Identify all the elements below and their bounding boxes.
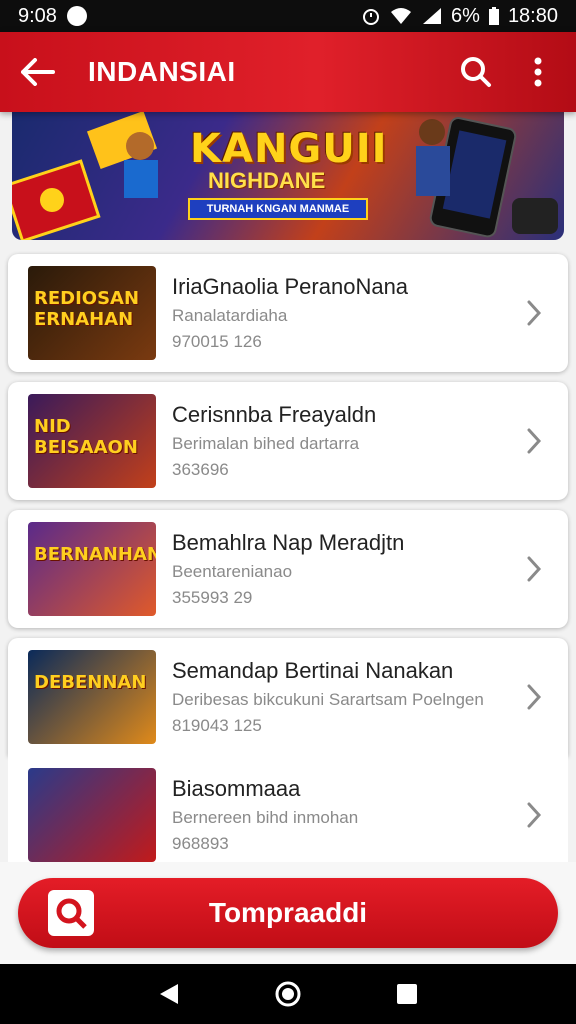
- item-title: IriaGnaolia PeranoNana: [172, 274, 409, 299]
- thumbnail-label: BERNANHAN: [34, 544, 156, 565]
- more-menu-button[interactable]: [518, 52, 558, 92]
- item-meta: 968893: [172, 833, 229, 853]
- game-list: REDIOSAN ERNAHAN IriaGnaolia PeranoNana …: [8, 254, 568, 862]
- game-thumbnail: DEBENNAN: [28, 650, 156, 744]
- banner-title: KANGUII: [190, 126, 388, 172]
- list-item[interactable]: DEBENNAN Semandap Bertinai Nanakan Derib…: [8, 638, 568, 756]
- item-title: Biasommaaa: [172, 775, 301, 801]
- circle-home-icon: [275, 981, 301, 1007]
- chevron-right-icon: [514, 801, 554, 829]
- status-bar: 9:08 6% 18:80: [0, 0, 576, 32]
- arrow-left-icon: [21, 58, 55, 86]
- item-subtitle: Ranalatardiaha: [172, 306, 288, 325]
- search-button[interactable]: [456, 52, 496, 92]
- bottom-action-area: Tompraaddi: [0, 862, 576, 964]
- item-subtitle: Bernereen bihd inmohan: [172, 807, 359, 827]
- alarm-icon: [363, 9, 380, 25]
- chevron-right-icon: [514, 683, 554, 711]
- back-button[interactable]: [18, 52, 58, 92]
- item-title: Cerisnnba Freayaldn: [172, 402, 377, 427]
- game-thumbnail: NID BEISAAON: [28, 394, 156, 488]
- list-item[interactable]: Biasommaaa Bernereen bihd inmohan 968893: [8, 756, 568, 862]
- notification-icon: [66, 6, 87, 26]
- thumbnail-label: DEBENNAN: [34, 672, 147, 693]
- more-vert-icon: [534, 57, 542, 87]
- nav-recents-button[interactable]: [387, 974, 427, 1014]
- item-subtitle: Berimalan bihed dartarra: [172, 434, 360, 453]
- triangle-back-icon: [160, 984, 179, 1004]
- battery-percent: 6%: [451, 4, 480, 27]
- battery-icon: [488, 7, 499, 25]
- nav-back-button[interactable]: [149, 974, 189, 1014]
- primary-action-button[interactable]: Tompraaddi: [18, 878, 558, 948]
- thumbnail-label: REDIOSAN ERNAHAN: [34, 288, 140, 330]
- item-meta: 363696: [172, 460, 229, 479]
- banner-ribbon: TURNAH KNGAN MANMAE: [188, 198, 368, 220]
- chevron-right-icon: [514, 299, 554, 327]
- banner-subtitle: NIGHDANE: [208, 168, 326, 193]
- chevron-right-icon: [514, 555, 554, 583]
- list-item[interactable]: NID BEISAAON Cerisnnba Freayaldn Berimal…: [8, 382, 568, 500]
- item-subtitle: Beentarenianao: [172, 562, 293, 581]
- search-icon: [461, 57, 491, 87]
- game-thumbnail: BERNANHAN: [28, 522, 156, 616]
- status-time: 9:08: [18, 4, 57, 27]
- primary-action-label: Tompraaddi: [208, 897, 368, 928]
- item-meta: 970015 126: [172, 332, 262, 351]
- status-clock: 18:80: [507, 4, 558, 27]
- nav-home-button[interactable]: [268, 974, 308, 1014]
- item-title: Semandap Bertinai Nanakan: [172, 658, 454, 683]
- item-subtitle: Deribesas bikcukuni Sarartsam Poelngen: [172, 690, 484, 709]
- content-area[interactable]: KANGUII NIGHDANE TURNAH KNGAN MANMAE RED…: [0, 112, 576, 862]
- chevron-right-icon: [514, 427, 554, 455]
- app-bar: INDANSIAI: [0, 32, 576, 112]
- game-thumbnail: [28, 767, 156, 862]
- list-item[interactable]: REDIOSAN ERNAHAN IriaGnaolia PeranoNana …: [8, 254, 568, 372]
- game-thumbnail: REDIOSAN ERNAHAN: [28, 266, 156, 360]
- signal-icon: [423, 8, 442, 24]
- item-meta: 819043 125: [172, 716, 262, 735]
- square-recents-icon: [396, 984, 417, 1004]
- app-title: INDANSIAI: [88, 56, 236, 87]
- thumbnail-label: NID BEISAAON: [34, 416, 138, 458]
- list-item[interactable]: BERNANHAN Bemahlra Nap Meradjtn Beentare…: [8, 510, 568, 628]
- promo-banner[interactable]: KANGUII NIGHDANE TURNAH KNGAN MANMAE: [12, 112, 564, 240]
- system-nav-bar: [0, 964, 576, 1024]
- item-meta: 355993 29: [172, 588, 253, 607]
- item-title: Bemahlra Nap Meradjtn: [172, 530, 405, 555]
- wifi-icon: [391, 8, 412, 24]
